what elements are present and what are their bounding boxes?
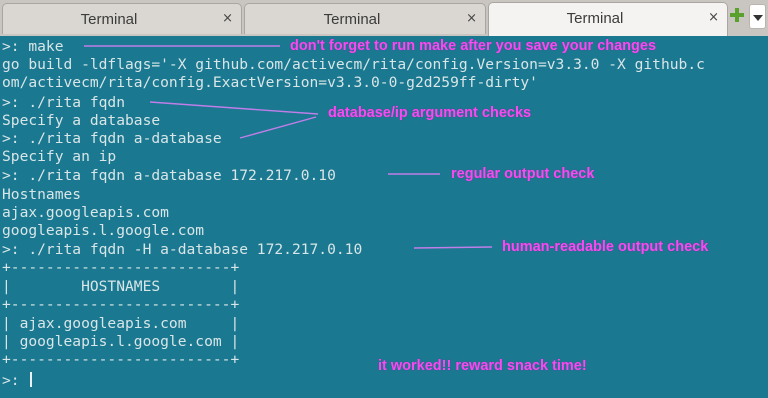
tab-label: Terminal [566, 10, 624, 27]
close-icon[interactable]: × [222, 11, 233, 27]
table-border: +-------------------------+ [2, 259, 240, 276]
menu-button[interactable] [749, 4, 766, 29]
annotation-argument-checks: database/ip argument checks [328, 105, 532, 121]
annotation-success: it worked!! reward snack time! [378, 358, 587, 374]
terminal-line: Hostnames [2, 186, 82, 203]
tab-terminal-3[interactable]: Terminal × [488, 2, 728, 36]
annotation-make: don't forget to run make after you save … [290, 38, 657, 54]
close-icon[interactable]: × [708, 10, 719, 26]
chevron-down-icon [753, 15, 763, 21]
annotation-human-readable: human-readable output check [502, 239, 709, 255]
terminal-line: >: ./rita fqdn [2, 94, 126, 111]
table-border: +-------------------------+ [2, 351, 240, 368]
table-row: | ajax.googleapis.com | [2, 315, 240, 332]
terminal-line: googleapis.l.google.com [2, 222, 205, 239]
table-header: | HOSTNAMES | [2, 278, 240, 295]
tab-bar: Terminal × Terminal × Terminal × [0, 0, 768, 36]
text-cursor [30, 372, 33, 387]
terminal-line: >: ./rita fqdn -H a-database 172.217.0.1… [2, 241, 363, 258]
prompt-text: >: [2, 372, 29, 389]
table-border: +-------------------------+ [2, 296, 240, 313]
terminal-line: >: make [2, 38, 64, 55]
terminal-line: go build -ldflags='-X github.com/activec… [2, 56, 705, 73]
table-row: | googleapis.l.google.com | [2, 333, 240, 350]
terminal-output[interactable]: >: make go build -ldflags='-X github.com… [0, 36, 768, 398]
terminal-line: >: ./rita fqdn a-database [2, 130, 222, 147]
terminal-line: om/activecm/rita/config.ExactVersion=v3.… [2, 74, 538, 91]
plus-icon[interactable] [730, 8, 744, 22]
terminal-line: Specify a database [2, 112, 161, 129]
terminal-line: Specify an ip [2, 148, 117, 165]
terminal-prompt[interactable]: >: [2, 372, 33, 390]
annotation-regular-output: regular output check [451, 166, 595, 182]
close-icon[interactable]: × [466, 11, 477, 27]
tab-terminal-2[interactable]: Terminal × [244, 3, 486, 34]
tab-terminal-1[interactable]: Terminal × [2, 3, 242, 34]
terminal-line: >: ./rita fqdn a-database 172.217.0.10 [2, 167, 336, 184]
tab-label: Terminal [323, 11, 381, 28]
terminal-line: ajax.googleapis.com [2, 204, 169, 221]
tab-label: Terminal [80, 11, 138, 28]
